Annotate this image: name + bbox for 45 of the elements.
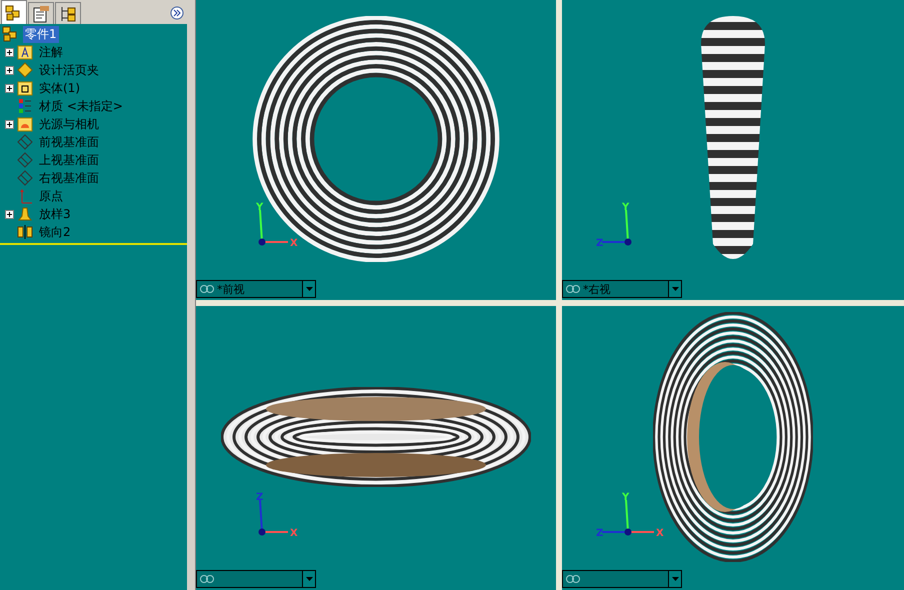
tree-item[interactable]: 镜向2 (37, 224, 73, 240)
view-dropdown[interactable]: *右视 (562, 280, 682, 298)
tree-item[interactable]: 右视基准面 (37, 170, 101, 186)
view-dropdown[interactable] (196, 570, 316, 588)
panel-tab[interactable] (1, 0, 27, 24)
folder-cube-icon (17, 80, 33, 96)
tree-item[interactable]: 注解 (37, 44, 65, 60)
view-dropdown[interactable] (562, 570, 682, 588)
tree-item[interactable]: 光源与相机 (37, 116, 101, 132)
panel-tab[interactable] (55, 2, 81, 24)
bell-icon (17, 206, 33, 222)
expand-icon[interactable] (5, 48, 14, 56)
caret-icon (672, 577, 678, 581)
caret-icon (306, 287, 312, 291)
mirror-icon (17, 224, 33, 240)
expand-icon[interactable] (5, 84, 14, 92)
link-icon (566, 285, 580, 293)
expand-icon[interactable] (5, 120, 14, 128)
tree-item[interactable]: 实体(1) (37, 80, 82, 96)
plane-icon (17, 170, 33, 186)
folder-sun-icon (17, 116, 33, 132)
document-icon (31, 4, 51, 22)
expand-panel-button[interactable] (170, 6, 184, 20)
tree-item[interactable]: 前视基准面 (37, 134, 101, 150)
origin-icon (17, 188, 33, 204)
tree-item[interactable]: 放样3 (37, 206, 73, 222)
link-icon (566, 575, 580, 583)
diamond-icon (17, 62, 33, 78)
plane-icon (17, 152, 33, 168)
tree-item[interactable]: 设计活页夹 (37, 62, 101, 78)
caret-icon (306, 577, 312, 581)
expand-icon[interactable] (5, 210, 14, 218)
plane-icon (17, 134, 33, 150)
caret-icon (672, 287, 678, 291)
tree-item[interactable]: 上视基准面 (37, 152, 101, 168)
folder-letter-icon (17, 44, 33, 60)
tree-item[interactable]: 原点 (37, 188, 65, 204)
link-icon (200, 285, 214, 293)
expand-icon[interactable] (5, 66, 14, 74)
link-icon (200, 575, 214, 583)
tree-item[interactable]: 材质 <未指定> (37, 98, 125, 114)
panel-tab[interactable] (28, 2, 54, 24)
color-bars-icon (17, 98, 33, 114)
view-dropdown[interactable]: *前视 (196, 280, 316, 298)
tree-item[interactable]: 零件1 (23, 26, 59, 42)
